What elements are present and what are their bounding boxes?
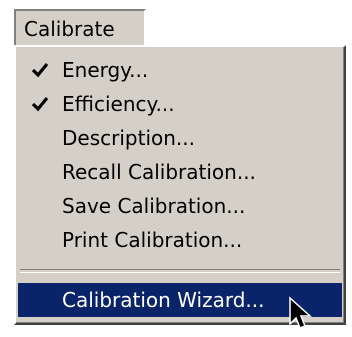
check-icon bbox=[28, 53, 52, 87]
menu-calibrate-label: Calibrate bbox=[24, 17, 115, 41]
calibrate-dropdown-menu: Energy... Efficiency... Description... R… bbox=[14, 45, 346, 325]
menu-item-label: Recall Calibration... bbox=[62, 160, 256, 184]
menu-item-efficiency[interactable]: Efficiency... bbox=[16, 87, 344, 121]
menu-item-label: Save Calibration... bbox=[62, 194, 246, 218]
menu-item-recall-calibration[interactable]: Recall Calibration... bbox=[16, 155, 344, 189]
menu-item-print-calibration[interactable]: Print Calibration... bbox=[16, 223, 344, 257]
menu-item-label: Description... bbox=[62, 126, 195, 150]
menu-item-description[interactable]: Description... bbox=[16, 121, 344, 155]
mouse-pointer-icon bbox=[289, 296, 312, 329]
menu-item-label: Calibration Wizard... bbox=[62, 288, 265, 312]
menu-item-label: Efficiency... bbox=[62, 92, 175, 116]
menu-item-energy[interactable]: Energy... bbox=[16, 53, 344, 87]
menu-calibrate[interactable]: Calibrate bbox=[14, 9, 146, 45]
menu-item-label: Energy... bbox=[62, 58, 149, 82]
menu-separator bbox=[20, 269, 340, 273]
menu-item-save-calibration[interactable]: Save Calibration... bbox=[16, 189, 344, 223]
check-icon bbox=[28, 87, 52, 121]
screen: Calibrate Energy... Efficiency... Descri… bbox=[0, 0, 352, 337]
menu-item-label: Print Calibration... bbox=[62, 228, 243, 252]
